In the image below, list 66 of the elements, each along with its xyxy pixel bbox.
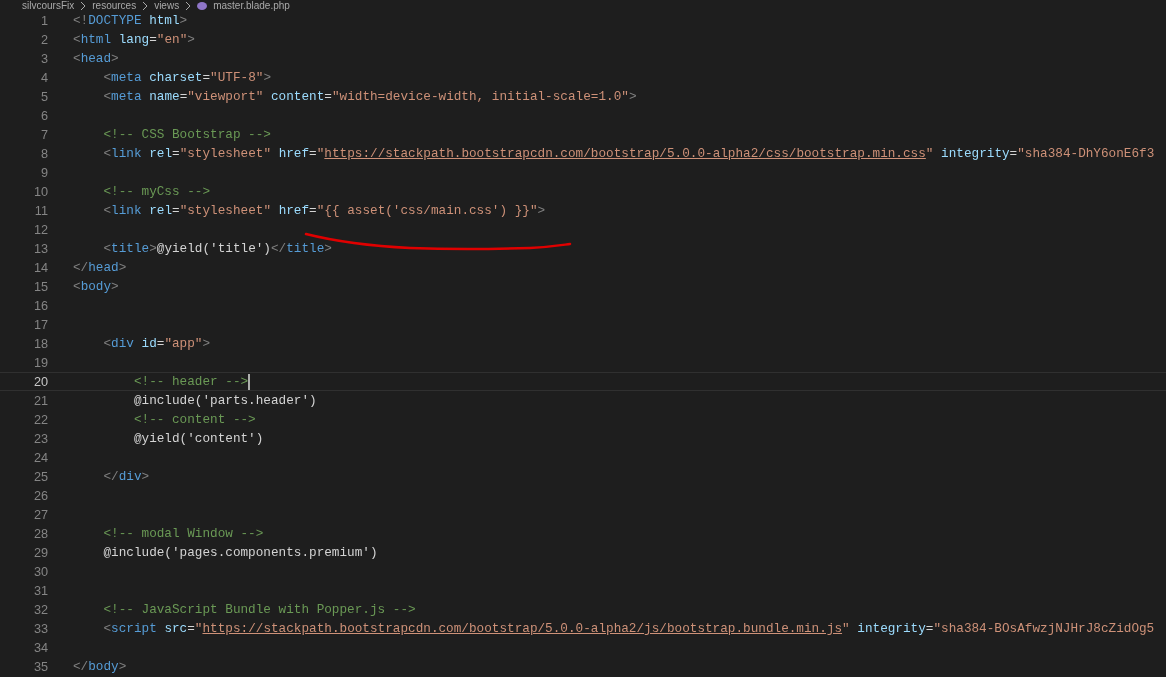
code-line: <!-- CSS Bootstrap --> [102,127,271,142]
line-number: 26 [32,488,48,503]
chevron-icon [80,1,87,10]
line-number: 25 [32,469,48,484]
code-line: <script src="https://stackpath.bootstrapcdn.com/bootstrap/5.0.0-alpha2/js/bootstrap.bundle.min.js" integrity="sha384-BOsAfwzjNJHrJ8cZidOg5 [102,621,1155,636]
line-number: 28 [32,526,48,541]
line-number: 9 [39,165,48,180]
line-number: 1 [39,13,48,28]
breadcrumb-item[interactable]: silvcoursFix [22,0,75,11]
line-number: 23 [32,431,48,446]
line-number: 27 [32,507,48,522]
breadcrumb-item[interactable]: resources [92,0,137,11]
code-line: <html lang="en"> [73,32,195,47]
code-line: <!-- modal Window --> [102,526,264,541]
code-line: <meta name="viewport" content="width=device-width, initial-scale=1.0"> [102,89,637,104]
line-number: 17 [32,317,48,332]
code-line: </div> [102,469,150,484]
line-number: 11 [33,203,48,218]
code-line: <!-- myCss --> [102,184,211,199]
line-number: 18 [32,336,48,351]
code-line: <link rel="stylesheet" href="{{ asset('css/main.css') }}"> [102,203,546,218]
line-number: 8 [39,146,48,161]
line-number: 6 [39,108,48,123]
code-line: <!DOCTYPE html> [73,13,188,28]
code-line: <meta charset="UTF-8"> [102,70,271,85]
code-line: @include('pages.components.premium') [102,545,378,560]
line-number: 10 [32,184,48,199]
line-number: 3 [39,51,48,66]
code-line: <!-- JavaScript Bundle with Popper.js --> [102,602,416,617]
line-number: 2 [39,32,48,47]
chevron-icon [185,1,192,10]
line-number: 12 [32,222,48,237]
line-number: 14 [32,260,48,275]
line-number: 32 [32,602,48,617]
line-number: 21 [32,393,48,408]
code-line: <head> [73,51,119,66]
line-number: 30 [32,564,48,579]
code-line: <!-- content --> [132,412,256,427]
line-number: 4 [39,70,48,85]
line-number: 7 [39,127,48,142]
code-line: <body> [73,279,119,294]
line-number: 33 [32,621,48,636]
line-number: 31 [32,583,48,598]
code-line: @yield('content') [132,431,264,446]
code-line: @include('parts.header') [132,393,317,408]
line-number: 5 [39,89,48,104]
code-line: </body> [73,659,127,674]
line-number: 35 [32,659,48,674]
line-number: 13 [32,241,48,256]
breadcrumb-item[interactable]: views [154,0,180,11]
line-number: 34 [32,640,48,655]
code-line: </head> [73,260,127,275]
line-number: 15 [32,279,48,294]
line-number: 22 [32,412,48,427]
file-icon [197,1,208,10]
code-line: <div id="app"> [102,336,211,351]
line-number: 24 [32,450,48,465]
line-number: 20 [32,374,48,389]
line-number: 29 [32,545,48,560]
breadcrumb-item[interactable]: master.blade.php [213,0,290,11]
line-number: 19 [32,355,48,370]
code-line: <!-- header --> [132,373,251,390]
chevron-icon [142,1,149,10]
code-line: <link rel="stylesheet" href="https://stackpath.bootstrapcdn.com/bootstrap/5.0.0-alpha2/css/bootstrap.min.css" integrity="sha384-DhY6onE6f3 [102,146,1155,161]
line-number: 16 [32,298,48,313]
code-line: <title>@yield('title')</title> [102,241,332,256]
